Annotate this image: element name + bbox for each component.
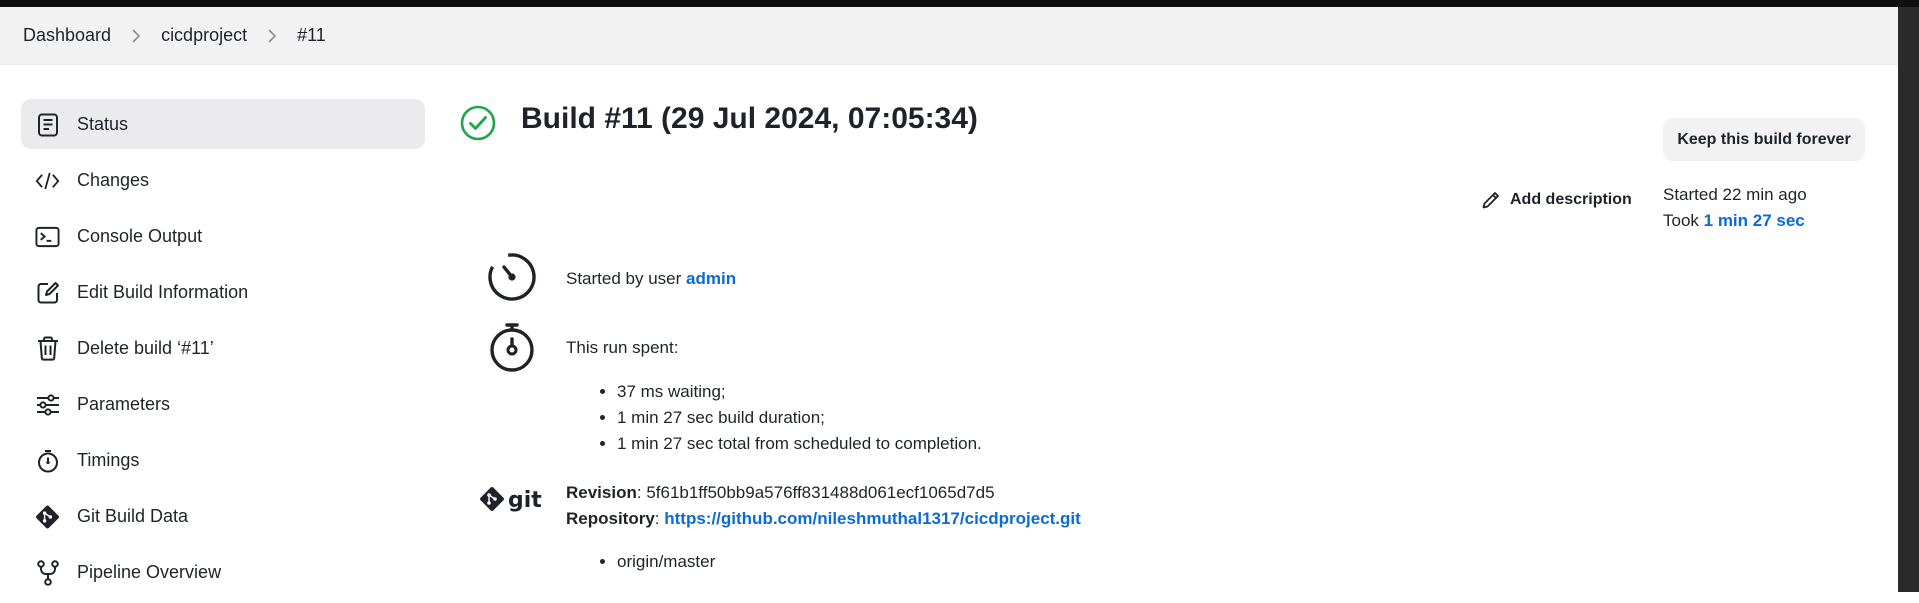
sidebar-item-label: Status — [77, 113, 129, 134]
sidebar-item-delete-build[interactable]: Delete build ‘#11’ — [21, 323, 425, 373]
chevron-right-icon — [267, 28, 277, 44]
list-item: origin/master — [617, 549, 715, 575]
branch-list: origin/master — [566, 549, 715, 575]
revision-label: Revision — [566, 483, 637, 502]
stopwatch-icon — [35, 448, 60, 473]
revision-value: 5f61b1ff50bb9a576ff831488d061ecf1065d7d5 — [646, 483, 995, 502]
run-spent-list: 37 ms waiting; 1 min 27 sec build durati… — [566, 379, 982, 457]
sidebar-item-label: Pipeline Overview — [77, 561, 222, 582]
sidebar-item-parameters[interactable]: Parameters — [21, 379, 425, 429]
code-icon — [35, 168, 60, 193]
list-item: 1 min 27 sec build duration; — [617, 405, 982, 431]
sidebar-item-label: Changes — [77, 169, 150, 190]
started-by-text: Started by user admin — [566, 269, 736, 289]
sidebar-item-label: Timings — [77, 449, 140, 470]
edit-icon — [35, 280, 60, 305]
sidebar-item-label: Parameters — [77, 393, 171, 414]
page-title: Build #11 (29 Jul 2024, 07:05:34) — [521, 102, 978, 135]
repository-label: Repository — [566, 509, 655, 528]
sidebar-item-git-build-data[interactable]: Git Build Data — [21, 491, 425, 541]
breadcrumb-bar: Dashboard cicdproject #11 — [0, 7, 1898, 65]
sidebar-item-label: Delete build ‘#11’ — [77, 337, 214, 358]
breadcrumb: Dashboard cicdproject #11 — [23, 7, 326, 64]
repository-row: Repository: https://github.com/nileshmut… — [566, 509, 1081, 528]
sidebar-item-label: Git Build Data — [77, 505, 189, 526]
pipeline-icon — [35, 559, 60, 586]
git-info: Revision: 5f61b1ff50bb9a576ff831488d061e… — [566, 480, 1081, 532]
list-item: 1 min 27 sec total from scheduled to com… — [617, 431, 982, 457]
user-admin-link[interactable]: admin — [686, 269, 736, 288]
sidebar: Status Changes Console Output Edit Build… — [21, 99, 425, 603]
pencil-icon — [1482, 192, 1499, 209]
list-item: 37 ms waiting; — [617, 379, 982, 405]
success-check-icon — [460, 105, 496, 141]
breadcrumb-build[interactable]: #11 — [297, 25, 326, 46]
sidebar-item-changes[interactable]: Changes — [21, 155, 425, 205]
sliders-icon — [35, 392, 60, 417]
window-right-edge — [1898, 7, 1919, 592]
user-clock-icon — [486, 251, 538, 303]
git-logo-icon: git — [480, 483, 544, 519]
keep-build-forever-button[interactable]: Keep this build forever — [1663, 118, 1865, 161]
breadcrumb-project[interactable]: cicdproject — [161, 25, 247, 46]
run-spent-heading: This run spent: — [566, 338, 679, 357]
build-timing-summary: Started 22 min ago Took 1 min 27 sec — [1663, 182, 1807, 234]
add-description-label: Add description — [1510, 191, 1632, 208]
sidebar-item-pipeline-overview[interactable]: Pipeline Overview — [21, 547, 425, 597]
stopwatch-icon — [486, 321, 538, 373]
sidebar-item-edit-build-information[interactable]: Edit Build Information — [21, 267, 425, 317]
repository-link[interactable]: https://github.com/nileshmuthal1317/cicd… — [664, 509, 1081, 528]
took-text: Took 1 min 27 sec — [1663, 208, 1807, 234]
svg-text:git: git — [508, 488, 542, 513]
took-prefix: Took — [1663, 211, 1704, 230]
started-text: Started 22 min ago — [1663, 185, 1807, 204]
chevron-right-icon — [131, 28, 141, 44]
sidebar-item-timings[interactable]: Timings — [21, 435, 425, 485]
main-content: Build #11 (29 Jul 2024, 07:05:34) Keep t… — [460, 99, 1880, 592]
started-by-prefix: Started by user — [566, 269, 687, 288]
window-top-edge — [0, 0, 1919, 7]
took-duration-link[interactable]: 1 min 27 sec — [1704, 211, 1805, 230]
terminal-icon — [35, 224, 60, 249]
breadcrumb-dashboard[interactable]: Dashboard — [23, 25, 111, 46]
sidebar-item-status[interactable]: Status — [21, 99, 425, 149]
sidebar-item-label: Console Output — [77, 225, 203, 246]
git-icon — [35, 504, 60, 529]
add-description-button[interactable]: Add description — [1481, 190, 1632, 210]
trash-icon — [35, 336, 60, 361]
revision-row: Revision: 5f61b1ff50bb9a576ff831488d061e… — [566, 483, 995, 502]
document-icon — [35, 112, 60, 137]
sidebar-item-label: Edit Build Information — [77, 281, 249, 302]
sidebar-item-console-output[interactable]: Console Output — [21, 211, 425, 261]
